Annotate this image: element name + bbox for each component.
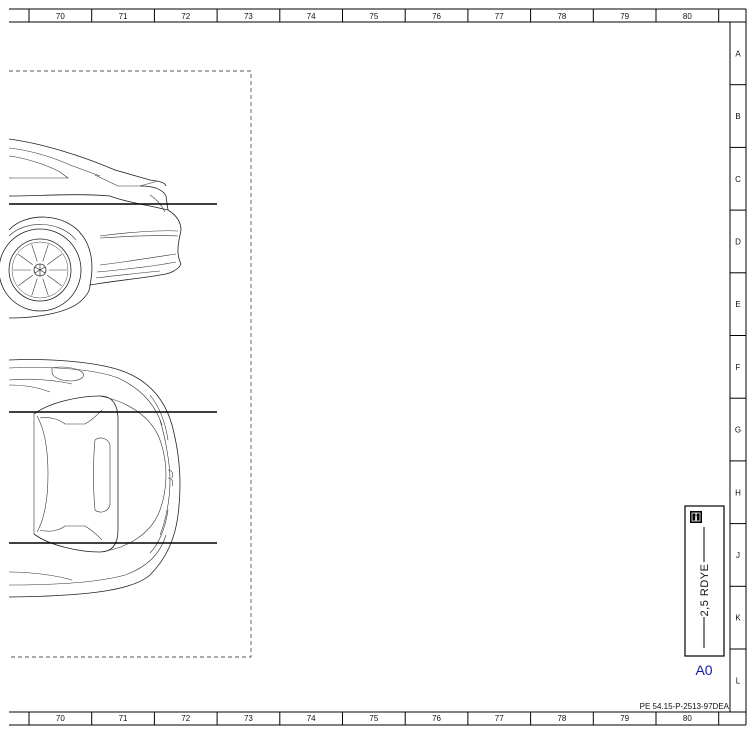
column-label: 76: [432, 12, 441, 21]
column-label: 79: [620, 12, 629, 21]
row-label: H: [735, 488, 741, 497]
column-label: 74: [307, 12, 316, 21]
row-label: J: [736, 551, 740, 560]
row-label: D: [735, 237, 741, 246]
column-label: 78: [557, 12, 566, 21]
row-label: C: [735, 175, 741, 184]
connector-label-a0[interactable]: A0: [695, 662, 712, 678]
column-label: 73: [244, 12, 253, 21]
vehicle-figure-frame: [9, 70, 252, 658]
vehicle-side-view: [0, 138, 182, 319]
document-id: PE 54.15-P-2513-97DEA: [640, 702, 730, 711]
column-label: 71: [119, 12, 128, 21]
column-label: 74: [307, 714, 316, 723]
column-label: 76: [432, 714, 441, 723]
column-label: 77: [495, 12, 504, 21]
column-label: 71: [119, 714, 128, 723]
column-label: 80: [683, 714, 692, 723]
row-label: K: [735, 614, 741, 623]
wire-label: 2,5 RDYE: [699, 564, 711, 617]
column-label: 73: [244, 714, 253, 723]
sheet-frame: [9, 8, 747, 726]
column-label: 79: [620, 714, 629, 723]
rear-wheel: [0, 228, 82, 312]
vehicle-top-view: [8, 359, 181, 598]
bottom-column-ruler: 70 71 72 73 74 75 76 77 78 79 80: [28, 712, 720, 725]
column-label: 77: [495, 714, 504, 723]
svg-text:i: i: [694, 514, 697, 524]
top-column-ruler: 70 71 72 73 74 75 76 77 78 79 80: [28, 9, 720, 22]
row-label: G: [735, 426, 741, 435]
component-box[interactable]: i 2,5 RDYE A0: [684, 505, 725, 678]
wiring-diagram-sheet: 70 71 72 73 74 75 76 77 78 79 80 70 71 72 73 74 75 76 77 7…: [0, 8, 747, 726]
row-label: F: [736, 363, 741, 372]
column-label: 75: [369, 12, 378, 21]
column-label: 75: [369, 714, 378, 723]
row-label: A: [735, 49, 741, 58]
column-label: 70: [56, 12, 65, 21]
column-label: 70: [56, 714, 65, 723]
info-icon[interactable]: i: [690, 511, 702, 524]
row-label: L: [736, 676, 741, 685]
column-label: 78: [557, 714, 566, 723]
column-label: 72: [181, 714, 190, 723]
row-label: B: [735, 112, 740, 121]
column-label: 72: [181, 12, 190, 21]
right-row-ruler: A B C D E F G H J K L: [730, 49, 746, 685]
row-label: E: [735, 300, 740, 309]
pointer-lines: [9, 203, 217, 544]
column-label: 80: [683, 12, 692, 21]
